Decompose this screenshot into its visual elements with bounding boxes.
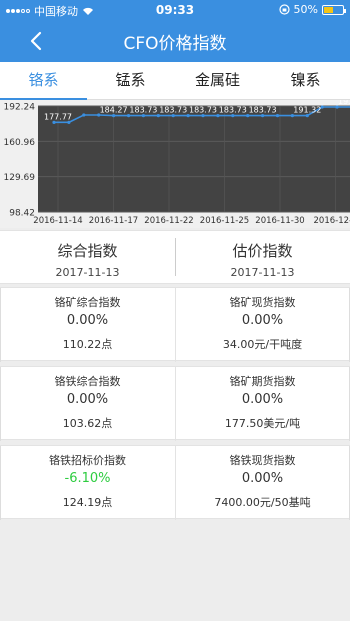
- index-value: 7400.00元/50基吨: [214, 496, 311, 509]
- data-point: [82, 113, 86, 117]
- data-label: 184.27: [100, 106, 128, 115]
- index-card[interactable]: 铬矿期货指数 0.00% 177.50美元/吨: [175, 367, 350, 441]
- index-row: 铬矿综合指数 0.00% 110.22点 铬矿现货指数 0.00% 34.00元…: [0, 287, 350, 362]
- index-value: 103.62点: [62, 417, 113, 430]
- index-row: 铬铁综合指数 0.00% 103.62点 铬矿期货指数 0.00% 177.50…: [0, 366, 350, 441]
- index-name: 铬矿综合指数: [54, 296, 121, 309]
- chart-svg: 192.24 160.96 129.69 98.422016-11-14 2016-11…: [4, 97, 350, 226]
- tab-chrome[interactable]: 铬系: [0, 62, 87, 100]
- data-label: 183.73: [219, 106, 247, 115]
- index-change: 0.00%: [241, 313, 284, 328]
- y-tick-label: 192.24: [4, 103, 36, 113]
- x-tick-label: 2016-11-14: [33, 216, 82, 226]
- data-label: 183.73: [129, 106, 157, 115]
- index-change: -6.10%: [64, 471, 111, 486]
- index-name: 铬矿期货指数: [229, 375, 296, 388]
- index-value: 34.00元/干吨度: [222, 338, 303, 351]
- index-value: 110.22点: [62, 338, 113, 351]
- composite-index[interactable]: 综合指数 2017-11-13: [0, 231, 175, 285]
- data-label: 183.73: [189, 106, 217, 115]
- x-tick-label: 2016-12-0: [314, 216, 350, 226]
- data-label: 183.73: [159, 106, 187, 115]
- index-card[interactable]: 铬矿现货指数 0.00% 34.00元/干吨度: [175, 288, 350, 362]
- index-change: 0.00%: [66, 313, 109, 328]
- tab-silicon-metal[interactable]: 金属硅: [174, 62, 261, 100]
- battery-icon: [322, 4, 346, 15]
- index-card[interactable]: 铬矿综合指数 0.00% 110.22点: [0, 288, 175, 362]
- index-change: 0.00%: [66, 392, 109, 407]
- data-label: 183.73: [249, 106, 277, 115]
- index-card[interactable]: 铬铁招标价指数 -6.10% 124.19点: [0, 446, 175, 520]
- index-name: 铬铁现货指数: [229, 454, 296, 467]
- status-right: 50%: [278, 3, 346, 16]
- index-change: 0.00%: [241, 471, 284, 486]
- x-tick-label: 2016-11-25: [200, 216, 249, 226]
- composite-index-date: 2017-11-13: [55, 266, 120, 279]
- valuation-index-label: 估价指数: [232, 242, 293, 260]
- index-name: 铬铁招标价指数: [49, 454, 126, 467]
- rotation-lock-icon: [278, 4, 290, 15]
- price-chart[interactable]: 192.24 160.96 129.69 98.42 2016-11-14 2016-11…: [0, 97, 350, 228]
- status-bar: 中国移动 09:33 50%: [0, 0, 350, 20]
- index-value: 177.50美元/吨: [224, 417, 301, 430]
- index-name: 铬铁综合指数: [54, 375, 121, 388]
- index-change: 0.00%: [241, 392, 284, 407]
- y-tick-label: 98.42: [9, 209, 35, 219]
- valuation-index[interactable]: 估价指数 2017-11-13: [175, 231, 350, 285]
- x-tick-label: 2016-11-17: [89, 216, 138, 226]
- category-tabs: 铬系 锰系 金属硅 镍系: [0, 62, 350, 100]
- data-label: 191.32: [338, 100, 350, 106]
- y-tick-label: 160.96: [4, 138, 36, 148]
- page-title: CFO价格指数: [123, 34, 227, 54]
- tab-nickel[interactable]: 镍系: [261, 62, 350, 100]
- battery-percent: 50%: [293, 3, 318, 16]
- index-card[interactable]: 铬铁现货指数 0.00% 7400.00元/50基吨: [175, 446, 350, 520]
- index-value: 124.19点: [62, 496, 113, 509]
- plot-area: [38, 106, 350, 212]
- nav-bar: CFO价格指数: [0, 20, 350, 62]
- index-row: 铬铁招标价指数 -6.10% 124.19点 铬铁现货指数 0.00% 7400…: [0, 445, 350, 520]
- x-tick-label: 2016-11-22: [144, 216, 193, 226]
- x-tick-label: 2016-11-30: [255, 216, 304, 226]
- y-tick-label: 129.69: [4, 173, 36, 183]
- index-card[interactable]: 铬铁综合指数 0.00% 103.62点: [0, 367, 175, 441]
- summary-panel: 综合指数 2017-11-13 估价指数 2017-11-13: [0, 230, 350, 284]
- tab-manganese[interactable]: 锰系: [87, 62, 174, 100]
- valuation-index-date: 2017-11-13: [230, 266, 295, 279]
- data-label: 191.32: [293, 106, 321, 115]
- composite-index-label: 综合指数: [57, 242, 118, 260]
- data-label: 177.77: [44, 112, 72, 121]
- index-name: 铬矿现货指数: [229, 296, 296, 309]
